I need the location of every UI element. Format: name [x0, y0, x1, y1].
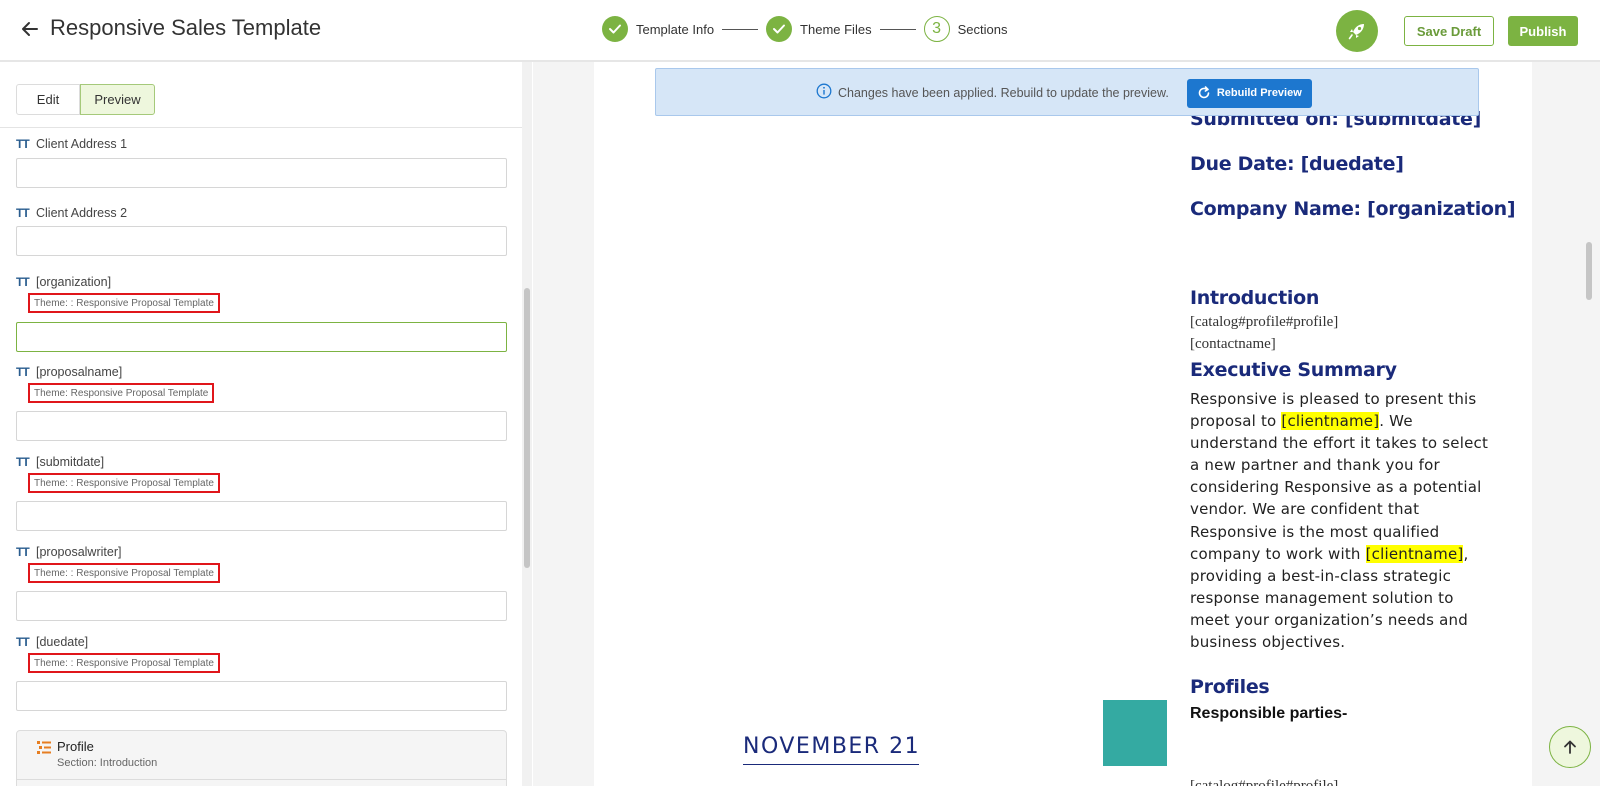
mode-tabs: Edit Preview [0, 62, 524, 128]
step-template-info[interactable]: Template Info [602, 16, 714, 42]
due-date-heading: Due Date: [duedate] [1190, 153, 1404, 175]
proposalname-input[interactable] [16, 411, 507, 441]
cutoff-text: [catalog#profile#profile] [1190, 778, 1339, 786]
save-draft-button[interactable]: Save Draft [1404, 16, 1494, 46]
rebuild-notice: Changes have been applied. Rebuild to up… [655, 68, 1479, 116]
section-subtitle: Section: Introduction [57, 757, 158, 769]
theme-tag: Theme: : Responsive Proposal Template [28, 563, 220, 583]
field-proposalname: TT [proposalname] Theme: Responsive Propo… [16, 364, 507, 444]
fields-panel: Edit Preview TT Client Address 1 TT Client… [0, 62, 532, 786]
field-client-address-2: TT Client Address 2 [16, 205, 507, 265]
field-duedate: TT [duedate] Theme: : Responsive Proposal… [16, 634, 507, 714]
left-scrollbar-thumb[interactable] [524, 288, 530, 568]
preview-panel: Submitted on: [submitdate] Due Date: [du… [533, 62, 1600, 786]
organization-input[interactable] [16, 322, 507, 352]
rebuild-preview-button[interactable]: Rebuild Preview [1186, 78, 1312, 108]
paragraph-text: . We understand the effort it takes to s… [1190, 412, 1489, 563]
text-type-icon: TT [16, 137, 30, 151]
field-label: [organization] [36, 275, 112, 289]
scroll-to-top-button[interactable] [1549, 726, 1591, 768]
step-number: 3 [923, 16, 950, 42]
check-icon [766, 16, 793, 42]
divider [17, 779, 506, 780]
field-label: [submitdate] [36, 455, 105, 469]
teal-decoration [1103, 700, 1167, 766]
cover-date: NOVEMBER 21 [743, 734, 921, 759]
step-sections[interactable]: 3 Sections [923, 16, 1008, 42]
back-arrow-icon[interactable] [18, 16, 42, 42]
highlighted-placeholder: [clientname] [1281, 412, 1380, 431]
notice-text: Changes have been applied. Rebuild to up… [838, 86, 1169, 100]
client-address-2-input[interactable] [16, 226, 507, 256]
step-connector [722, 28, 759, 30]
intro-line: [contactname] [1190, 336, 1276, 352]
preview-scrollbar-thumb[interactable] [1586, 242, 1592, 300]
field-organization: TT [organization] Theme: : Responsive Pro… [16, 274, 507, 354]
theme-tag: Theme: : Responsive Proposal Template [28, 473, 220, 493]
field-label: [proposalname] [36, 365, 123, 379]
proposalwriter-input[interactable] [16, 591, 507, 621]
executive-summary-paragraph: Responsive is pleased to present this pr… [1190, 388, 1495, 653]
field-label: Client Address 2 [36, 206, 128, 220]
list-icon [37, 741, 51, 759]
section-title: Profile [57, 739, 94, 754]
info-icon [816, 83, 832, 104]
rocket-icon[interactable] [1336, 10, 1378, 52]
intro-line: [catalog#profile#profile] [1190, 314, 1339, 330]
field-submitdate: TT [submitdate] Theme: : Responsive Propo… [16, 454, 507, 534]
text-type-icon: TT [16, 275, 30, 289]
tab-preview[interactable]: Preview [80, 84, 155, 115]
introduction-heading: Introduction [1190, 287, 1320, 309]
theme-tag: Theme: : Responsive Proposal Template [28, 653, 220, 673]
duedate-input[interactable] [16, 681, 507, 711]
text-type-icon: TT [16, 455, 30, 469]
field-label: [duedate] [36, 635, 89, 649]
client-address-1-input[interactable] [16, 158, 507, 188]
publish-button[interactable]: Publish [1508, 16, 1578, 46]
theme-tag: Theme: Responsive Proposal Template [28, 383, 215, 403]
text-type-icon: TT [16, 206, 30, 220]
responsible-parties-label: Responsible parties- [1190, 705, 1348, 722]
top-header: Responsive Sales Template Template Info … [0, 0, 1600, 62]
step-label: Theme Files [800, 21, 872, 37]
executive-summary-heading: Executive Summary [1190, 359, 1397, 381]
field-client-address-1: TT Client Address 1 [16, 136, 507, 196]
text-type-icon: TT [16, 545, 30, 559]
rebuild-preview-label: Rebuild Preview [1216, 87, 1302, 99]
step-theme-files[interactable]: Theme Files [766, 16, 872, 42]
date-underline [743, 764, 919, 765]
text-type-icon: TT [16, 365, 30, 379]
step-connector [879, 28, 916, 30]
submitdate-input[interactable] [16, 501, 507, 531]
profiles-heading: Profiles [1190, 676, 1270, 698]
tab-edit[interactable]: Edit [16, 84, 80, 115]
theme-tag: Theme: : Responsive Proposal Template [28, 293, 220, 313]
arrow-up-icon [1564, 740, 1576, 754]
field-proposalwriter: TT [proposalwriter] Theme: : Responsive P… [16, 544, 507, 624]
field-label: Client Address 1 [36, 137, 128, 151]
document-page: Submitted on: [submitdate] Due Date: [du… [594, 62, 1532, 786]
highlighted-placeholder: [clientname] [1365, 544, 1464, 563]
step-label: Template Info [636, 21, 715, 37]
check-icon [602, 16, 628, 42]
text-type-icon: TT [16, 635, 30, 649]
refresh-icon [1198, 86, 1210, 99]
progress-stepper: Template Info Theme Files 3 Sections [602, 16, 1007, 42]
section-card-profile[interactable]: Profile Section: Introduction [16, 730, 507, 786]
page-title: Responsive Sales Template [50, 15, 322, 40]
company-name-heading: Company Name: [organization] [1190, 198, 1516, 220]
field-label: [proposalwriter] [36, 545, 122, 559]
step-label: Sections [957, 21, 1008, 37]
